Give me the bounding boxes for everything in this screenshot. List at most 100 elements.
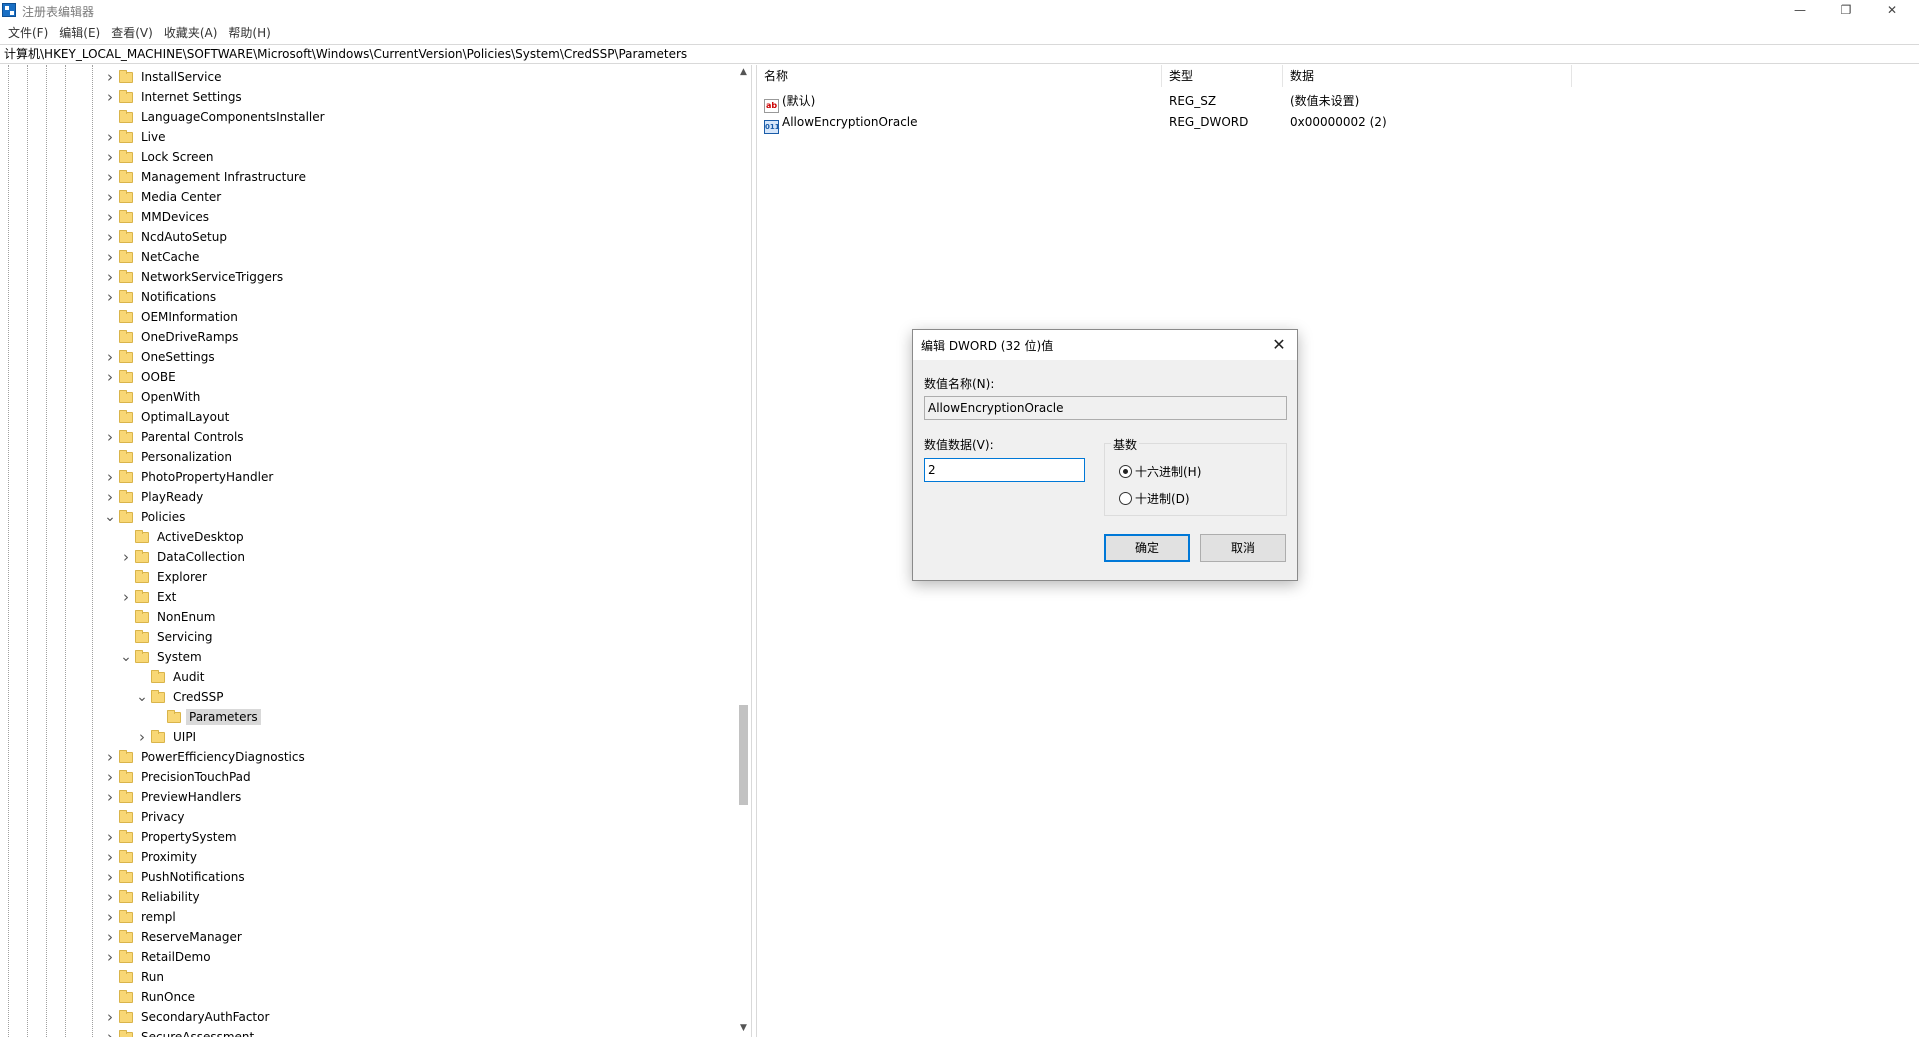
chevron-right-icon[interactable]: › <box>103 887 117 907</box>
tree-item[interactable]: › Live <box>103 127 169 147</box>
tree-item[interactable]: › Internet Settings <box>103 87 245 107</box>
chevron-right-icon[interactable]: › <box>103 787 117 807</box>
tree-item[interactable]: › DataCollection <box>119 547 248 567</box>
chevron-right-icon[interactable]: › <box>103 367 117 387</box>
chevron-right-icon[interactable]: › <box>103 67 117 87</box>
minimize-button[interactable]: — <box>1777 0 1823 21</box>
scroll-thumb[interactable] <box>739 705 748 805</box>
tree-item[interactable]: NonEnum <box>119 607 218 627</box>
chevron-right-icon[interactable]: › <box>103 167 117 187</box>
tree-item[interactable]: › PropertySystem <box>103 827 240 847</box>
tree-item[interactable]: OneDriveRamps <box>103 327 241 347</box>
column-data-header[interactable]: 数据 <box>1283 65 1572 87</box>
chevron-right-icon[interactable]: › <box>103 747 117 767</box>
scroll-up-icon[interactable]: ▲ <box>737 67 750 79</box>
chevron-right-icon[interactable]: › <box>119 547 133 567</box>
tree-scrollbar[interactable]: ▲ ▼ <box>737 65 750 1037</box>
tree-item[interactable]: › MMDevices <box>103 207 212 227</box>
tree-item[interactable]: › Notifications <box>103 287 219 307</box>
chevron-right-icon[interactable]: › <box>103 947 117 967</box>
tree-item[interactable]: › Management Infrastructure <box>103 167 309 187</box>
chevron-right-icon[interactable]: › <box>103 767 117 787</box>
tree-item[interactable]: Servicing <box>119 627 216 647</box>
chevron-right-icon[interactable]: › <box>103 247 117 267</box>
cancel-button[interactable]: 取消 <box>1200 534 1286 562</box>
tree-item[interactable]: › PowerEfficiencyDiagnostics <box>103 747 308 767</box>
dialog-title-bar[interactable]: 编辑 DWORD (32 位)值 ✕ <box>913 330 1297 360</box>
list-row-default[interactable]: ab (默认) REG_SZ (数值未设置) <box>757 91 1657 113</box>
chevron-right-icon[interactable]: › <box>103 827 117 847</box>
chevron-right-icon[interactable]: › <box>103 867 117 887</box>
chevron-down-icon[interactable]: ⌄ <box>119 647 133 667</box>
tree-item[interactable]: › PrecisionTouchPad <box>103 767 254 787</box>
scroll-down-icon[interactable]: ▼ <box>737 1023 750 1035</box>
hex-radio[interactable]: 十六进制(H) <box>1119 463 1201 479</box>
chevron-right-icon[interactable]: › <box>103 267 117 287</box>
tree-item[interactable]: LanguageComponentsInstaller <box>103 107 328 127</box>
chevron-down-icon[interactable]: ⌄ <box>103 507 117 527</box>
chevron-right-icon[interactable]: › <box>103 347 117 367</box>
dialog-close-icon[interactable]: ✕ <box>1265 332 1293 358</box>
chevron-right-icon[interactable]: › <box>103 187 117 207</box>
restore-button[interactable]: ❐ <box>1823 0 1869 21</box>
tree-item[interactable]: › Parental Controls <box>103 427 247 447</box>
chevron-right-icon[interactable]: › <box>103 427 117 447</box>
chevron-right-icon[interactable]: › <box>103 1027 117 1037</box>
address-bar[interactable]: 计算机\HKEY_LOCAL_MACHINE\SOFTWARE\Microsof… <box>0 44 1919 64</box>
column-type-header[interactable]: 类型 <box>1162 65 1283 87</box>
chevron-right-icon[interactable]: › <box>103 927 117 947</box>
column-name-header[interactable]: 名称 <box>757 65 1162 87</box>
tree-item[interactable]: › SecureAssessment <box>103 1027 257 1037</box>
menu-edit[interactable]: 编辑(E) <box>55 24 107 41</box>
chevron-right-icon[interactable]: › <box>103 227 117 247</box>
tree-item[interactable]: Personalization <box>103 447 235 467</box>
tree-item[interactable]: › RetailDemo <box>103 947 214 967</box>
chevron-right-icon[interactable]: › <box>119 587 133 607</box>
tree-item[interactable]: ⌄ System <box>119 647 205 667</box>
chevron-right-icon[interactable]: › <box>135 727 149 747</box>
tree-item[interactable]: › NetworkServiceTriggers <box>103 267 286 287</box>
ok-button[interactable]: 确定 <box>1104 534 1190 562</box>
key-tree[interactable]: › InstallService › Internet Settings Languag… <box>0 65 740 1037</box>
menu-favorites[interactable]: 收藏夹(A) <box>160 24 225 41</box>
tree-item[interactable]: › InstallService <box>103 67 224 87</box>
tree-item[interactable]: › ReserveManager <box>103 927 245 947</box>
chevron-right-icon[interactable]: › <box>103 207 117 227</box>
dec-radio[interactable]: 十进制(D) <box>1119 490 1190 506</box>
tree-item[interactable]: › PhotoPropertyHandler <box>103 467 276 487</box>
tree-item[interactable]: › PushNotifications <box>103 867 248 887</box>
chevron-right-icon[interactable]: › <box>103 127 117 147</box>
tree-item[interactable]: › rempl <box>103 907 179 927</box>
value-name-field[interactable]: AllowEncryptionOracle <box>924 396 1287 420</box>
tree-item[interactable]: › Reliability <box>103 887 203 907</box>
title-bar[interactable]: 注册表编辑器 — ❐ ✕ <box>0 0 1919 21</box>
chevron-down-icon[interactable]: ⌄ <box>135 687 149 707</box>
tree-item[interactable]: › Ext <box>119 587 179 607</box>
tree-item[interactable]: › PlayReady <box>103 487 206 507</box>
chevron-right-icon[interactable]: › <box>103 907 117 927</box>
tree-item[interactable]: RunOnce <box>103 987 198 1007</box>
menu-file[interactable]: 文件(F) <box>4 24 55 41</box>
tree-item[interactable]: Explorer <box>119 567 210 587</box>
list-row-allowencryptionoracle[interactable]: 011 AllowEncryptionOracle REG_DWORD 0x000… <box>757 112 1657 134</box>
chevron-right-icon[interactable]: › <box>103 147 117 167</box>
tree-item[interactable]: › UIPI <box>135 727 199 747</box>
tree-item[interactable]: › OneSettings <box>103 347 218 367</box>
tree-item[interactable]: › SecondaryAuthFactor <box>103 1007 272 1027</box>
tree-item[interactable]: OptimalLayout <box>103 407 232 427</box>
tree-item[interactable]: Privacy <box>103 807 187 827</box>
tree-item[interactable]: › PreviewHandlers <box>103 787 244 807</box>
tree-item[interactable]: › OOBE <box>103 367 179 387</box>
tree-item[interactable]: › Media Center <box>103 187 224 207</box>
chevron-right-icon[interactable]: › <box>103 847 117 867</box>
tree-item[interactable]: Audit <box>135 667 207 687</box>
chevron-right-icon[interactable]: › <box>103 1007 117 1027</box>
close-button[interactable]: ✕ <box>1869 0 1915 21</box>
tree-item[interactable]: ⌄ Policies <box>103 507 188 527</box>
value-data-field[interactable]: 2 <box>924 458 1085 482</box>
tree-item[interactable]: ActiveDesktop <box>119 527 247 547</box>
tree-item[interactable]: OEMInformation <box>103 307 241 327</box>
chevron-right-icon[interactable]: › <box>103 467 117 487</box>
tree-item[interactable]: ⌄ CredSSP <box>135 687 227 707</box>
tree-item[interactable]: OpenWith <box>103 387 203 407</box>
